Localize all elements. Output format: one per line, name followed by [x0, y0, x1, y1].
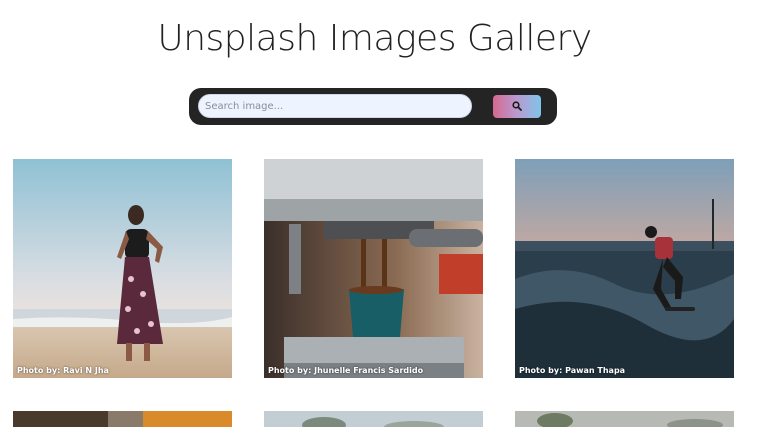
photo-credit: Photo by: Ravi N Jha — [17, 366, 109, 375]
gallery-card[interactable]: Photo by: Ravi N Jha — [13, 159, 232, 378]
photo-credit: Photo by: Jhunelle Francis Sardido — [268, 366, 424, 375]
gallery-photo — [264, 159, 483, 378]
search-bar — [189, 88, 557, 125]
gallery-photo — [515, 159, 734, 378]
photo-credit: Photo by: Pawan Thapa — [519, 366, 626, 375]
gallery-photo — [515, 411, 734, 427]
gallery-photo — [13, 411, 232, 427]
gallery-card-partial[interactable] — [515, 411, 734, 427]
gallery-photo — [13, 159, 232, 378]
gallery-page: Unsplash Images Gallery Search image... … — [0, 0, 769, 427]
gallery-card-partial[interactable] — [13, 411, 232, 427]
gallery-card[interactable]: Photo by: Pawan Thapa — [515, 159, 734, 378]
gallery-photo — [264, 411, 483, 427]
search-input[interactable] — [198, 94, 472, 118]
search-button[interactable] — [493, 95, 541, 118]
gallery-card[interactable]: Photo by: Jhunelle Francis Sardido — [264, 159, 483, 378]
gallery-card-partial[interactable] — [264, 411, 483, 427]
page-title: Unsplash Images Gallery — [157, 18, 592, 59]
